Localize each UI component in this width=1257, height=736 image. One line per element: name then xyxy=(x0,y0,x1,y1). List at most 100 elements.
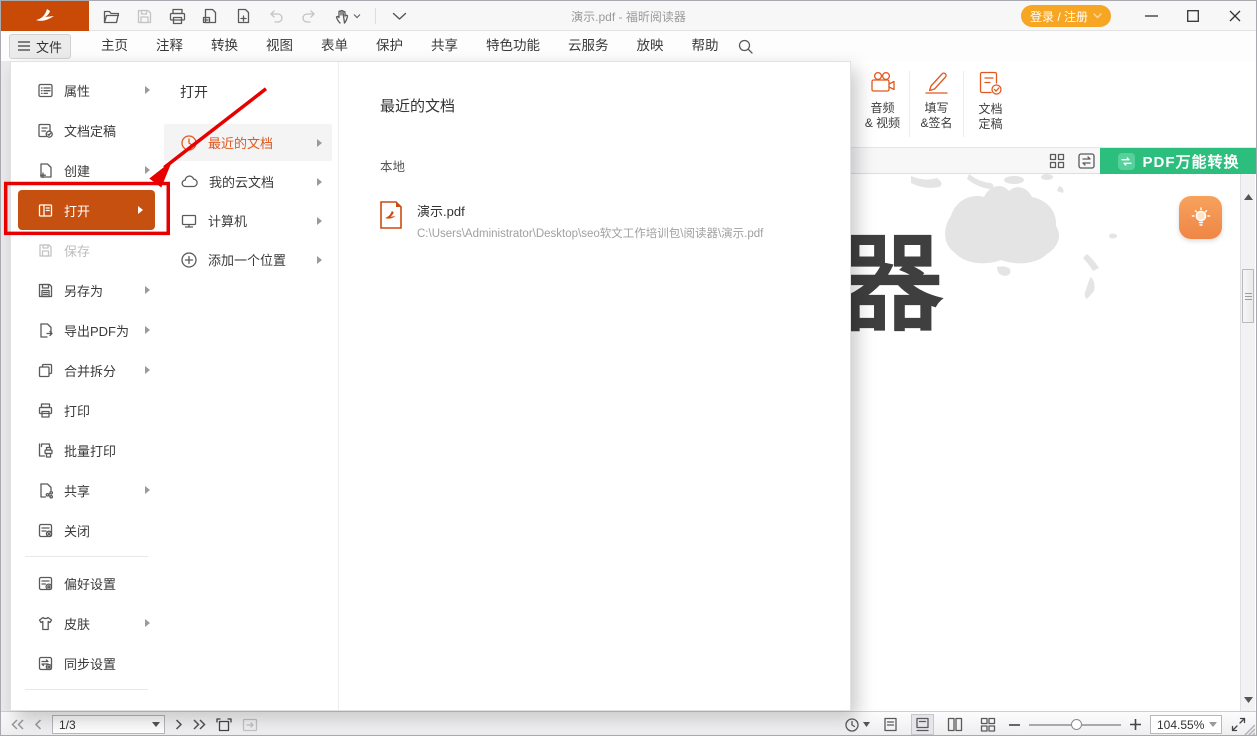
menu-item-preferences[interactable]: 偏好设置 xyxy=(11,563,162,603)
assistant-bubble[interactable] xyxy=(1179,196,1222,239)
status-bar: 1/3 xyxy=(1,711,1256,736)
zoom-value-box[interactable]: 104.55% xyxy=(1150,715,1222,734)
zoom-in-icon[interactable] xyxy=(1130,719,1141,730)
pdf-page-heading-fragment: 器 xyxy=(851,232,943,338)
search-icon[interactable] xyxy=(737,38,754,55)
open-icon xyxy=(37,202,54,219)
swap-doc-icon[interactable] xyxy=(1078,153,1095,169)
menu-item-share[interactable]: 共享 xyxy=(11,470,162,510)
submenu-arrow-icon xyxy=(145,166,150,174)
tab-convert[interactable]: 转换 xyxy=(197,31,252,61)
pdf-convert-button[interactable]: PDF万能转换 xyxy=(1100,148,1257,174)
login-register-button[interactable]: 登录 / 注册 xyxy=(1021,5,1111,27)
single-page-icon[interactable] xyxy=(879,714,902,735)
file-menu-button[interactable]: 文件 xyxy=(9,34,71,59)
save-icon xyxy=(134,6,154,26)
menu-item-merge-split[interactable]: 合并拆分 xyxy=(11,350,162,390)
fill-sign-label: 填写&签名 xyxy=(920,101,952,131)
rotate-view-icon xyxy=(844,717,860,733)
caret-down-icon xyxy=(863,722,870,727)
menu-item-close[interactable]: 关闭 xyxy=(11,510,162,550)
continuous-facing-icon[interactable] xyxy=(976,714,1000,735)
scrollbar-thumb[interactable] xyxy=(1242,269,1254,323)
menu-item-skin[interactable]: 皮肤 xyxy=(11,603,162,643)
location-add-place[interactable]: 添加一个位置 xyxy=(164,241,332,278)
zoom-dropdown-icon xyxy=(1209,722,1217,727)
tab-help[interactable]: 帮助 xyxy=(678,31,733,61)
sync-settings-icon xyxy=(37,655,54,672)
actual-size-icon[interactable] xyxy=(216,718,232,732)
recent-section-local: 本地 xyxy=(380,156,850,175)
print-icon[interactable] xyxy=(167,6,187,26)
zoom-slider[interactable] xyxy=(1029,724,1121,726)
foxit-logo-icon xyxy=(34,7,56,25)
fit-page-icon[interactable] xyxy=(242,718,258,732)
location-cloud-documents[interactable]: 我的云文档 xyxy=(164,163,332,200)
tab-form[interactable]: 表单 xyxy=(307,31,362,61)
save-as-icon xyxy=(37,282,54,299)
scroll-down-icon[interactable] xyxy=(1244,697,1253,703)
first-page-icon[interactable] xyxy=(11,719,24,730)
zoom-out-icon[interactable] xyxy=(1009,724,1020,726)
recent-panel-title: 最近的文档 xyxy=(380,95,850,116)
properties-icon xyxy=(37,82,54,99)
minimize-button[interactable] xyxy=(1130,1,1172,31)
recent-file-item[interactable]: 演示.pdf C:\Users\Administrator\Desktop\se… xyxy=(380,201,850,241)
redo-icon xyxy=(299,6,319,26)
close-button[interactable] xyxy=(1214,1,1256,31)
batch-print-icon xyxy=(37,442,54,459)
facing-page-icon[interactable] xyxy=(943,714,967,735)
tab-cloud[interactable]: 云服务 xyxy=(554,31,623,61)
menu-item-properties[interactable]: 属性 xyxy=(11,70,162,110)
export-doc-icon[interactable] xyxy=(200,6,220,26)
hamburger-icon xyxy=(18,41,30,51)
continuous-page-icon[interactable] xyxy=(911,714,934,735)
audio-video-button[interactable]: 音频& 视频 xyxy=(856,61,909,147)
new-doc-icon[interactable] xyxy=(233,6,253,26)
menu-item-sync-settings[interactable]: 同步设置 xyxy=(11,643,162,683)
undo-icon xyxy=(266,6,286,26)
submenu-arrow-icon xyxy=(145,286,150,294)
menu-item-batch-print[interactable]: 批量打印 xyxy=(11,430,162,470)
scroll-up-icon[interactable] xyxy=(1244,194,1253,200)
maximize-button[interactable] xyxy=(1172,1,1214,31)
hand-tool-icon[interactable] xyxy=(332,6,362,26)
tab-comment[interactable]: 注释 xyxy=(142,31,197,61)
create-icon xyxy=(37,162,54,179)
submenu-arrow-icon xyxy=(145,86,150,94)
preferences-icon xyxy=(37,575,54,592)
close-doc-icon xyxy=(37,522,54,539)
location-computer[interactable]: 计算机 xyxy=(164,202,332,239)
submenu-arrow-icon xyxy=(317,256,322,264)
menu-item-print[interactable]: 打印 xyxy=(11,390,162,430)
grid-view-icon[interactable] xyxy=(1049,153,1065,169)
open-panel-title: 打开 xyxy=(180,82,338,102)
open-folder-icon[interactable] xyxy=(101,6,121,26)
vertical-scrollbar[interactable] xyxy=(1240,174,1255,711)
location-recent-documents[interactable]: 最近的文档 xyxy=(164,124,332,161)
tab-features[interactable]: 特色功能 xyxy=(472,31,554,61)
menu-item-doc-finalize[interactable]: 文档定稿 xyxy=(11,110,162,150)
tab-home[interactable]: 主页 xyxy=(87,31,142,61)
menu-item-export-pdf[interactable]: 导出PDF为 xyxy=(11,310,162,350)
rotate-view-button[interactable] xyxy=(844,717,870,733)
last-page-icon[interactable] xyxy=(193,719,206,730)
fill-sign-button[interactable]: 填写&签名 xyxy=(910,61,963,147)
menu-item-save-as[interactable]: 另存为 xyxy=(11,270,162,310)
menu-item-create[interactable]: 创建 xyxy=(11,150,162,190)
skin-icon xyxy=(37,615,54,632)
ribbon-tabs: 主页 注释 转换 视图 表单 保护 共享 特色功能 云服务 放映 帮助 xyxy=(87,31,733,61)
next-page-icon[interactable] xyxy=(175,719,183,730)
tab-view[interactable]: 视图 xyxy=(252,31,307,61)
menu-item-save: 保存 xyxy=(11,230,162,270)
zoom-slider-handle[interactable] xyxy=(1071,719,1082,730)
tab-slideshow[interactable]: 放映 xyxy=(623,31,678,61)
customize-toolbar-icon[interactable] xyxy=(389,6,409,26)
page-indicator-box[interactable]: 1/3 xyxy=(52,715,165,734)
prev-page-icon[interactable] xyxy=(34,719,42,730)
doc-finalize-button[interactable]: 文档定稿 xyxy=(964,61,1017,147)
resize-grip[interactable] xyxy=(1241,722,1255,736)
tab-share[interactable]: 共享 xyxy=(417,31,472,61)
tab-protect[interactable]: 保护 xyxy=(362,31,417,61)
menu-item-open[interactable]: 打开 xyxy=(18,190,155,230)
